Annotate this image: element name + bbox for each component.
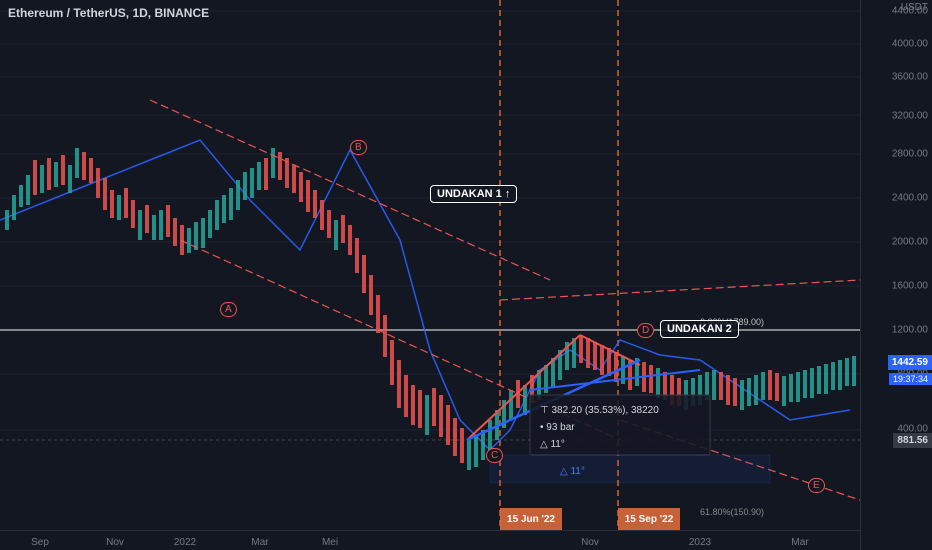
time-label-2022: 2022 — [174, 537, 196, 548]
undakan-2-label: UNDAKAN 2 — [660, 320, 739, 338]
chart-title: Ethereum / TetherUS, 1D, BINANCE — [8, 6, 209, 20]
price-label-3600: 3600.00 — [892, 72, 928, 83]
date-highlight-sep: 15 Sep '22 — [618, 508, 680, 530]
price-label-2800: 2800.00 — [892, 149, 928, 160]
wave-label-E: E — [808, 478, 825, 493]
time-label-mar2: Mar — [791, 537, 808, 548]
wave-label-D: D — [637, 323, 654, 338]
time-label-nov2: Nov — [581, 537, 599, 548]
price-label-2400: 2400.00 — [892, 193, 928, 204]
chart-container: Ethereum / TetherUS, 1D, BINANCE — [0, 0, 932, 550]
svg-text:• 93 bar: • 93 bar — [540, 422, 575, 433]
time-label-mar: Mar — [251, 537, 268, 548]
price-label-4000: 4000.00 — [892, 39, 928, 50]
wave-label-A: A — [220, 302, 237, 317]
price-881-badge: 881.56 — [893, 433, 932, 448]
price-label-2000: 2000.00 — [892, 237, 928, 248]
undakan-1-label: UNDAKAN 1 ↑ — [430, 185, 517, 203]
time-axis: Sep Nov 2022 Mar Mei Nov 2023 Mar — [0, 530, 860, 550]
svg-text:⊤ 382.20 (35.53%), 38220: ⊤ 382.20 (35.53%), 38220 — [540, 405, 659, 416]
chart-svg: ⊤ 382.20 (35.53%), 38220 • 93 bar △ 11° … — [0, 0, 860, 550]
time-label-nov: Nov — [106, 537, 124, 548]
wave-label-C: C — [486, 448, 503, 463]
eth-price-badge: 1442.59 — [888, 355, 932, 370]
eth-time-badge: 19:37:34 — [889, 373, 932, 385]
currency-label: USDT — [901, 2, 928, 13]
price-label-3200: 3200.00 — [892, 110, 928, 121]
svg-text:61.80%(150.90): 61.80%(150.90) — [700, 507, 764, 517]
time-label-sep: Sep — [31, 537, 49, 548]
price-label-1600: 1600.00 — [892, 281, 928, 292]
svg-text:△ 11°: △ 11° — [540, 439, 565, 450]
time-label-mei: Mei — [322, 537, 338, 548]
price-axis: 4400.00 4000.00 3600.00 3200.00 2800.00 … — [860, 0, 932, 550]
svg-text:△ 11°: △ 11° — [560, 466, 585, 477]
time-label-2023: 2023 — [689, 537, 711, 548]
date-highlight-jun: 15 Jun '22 — [500, 508, 562, 530]
price-label-1200: 1200.00 — [892, 325, 928, 336]
wave-label-B: B — [350, 140, 367, 155]
